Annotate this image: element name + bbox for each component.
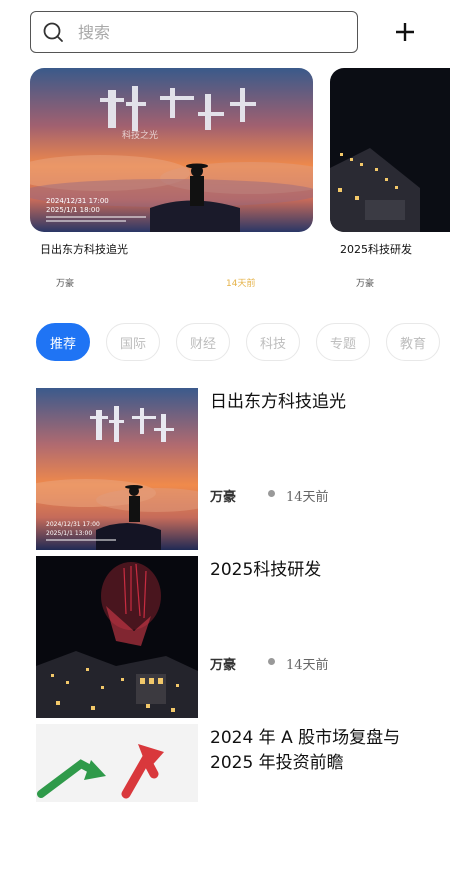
news-item[interactable]: 2024 年 A 股市场复盘与 2025 年投资前瞻 <box>0 722 450 886</box>
plus-icon <box>396 23 414 41</box>
news-time: 14天前 <box>286 658 329 673</box>
svg-text:2025/1/1 13:00: 2025/1/1 13:00 <box>46 530 92 537</box>
tab-technology[interactable]: 科技 <box>246 323 300 361</box>
news-item[interactable]: 2024/12/31 17:00 2025/1/1 13:00 日出东方科技追光… <box>0 386 450 550</box>
tab-international[interactable]: 国际 <box>106 323 160 361</box>
news-item[interactable]: 2025科技研发 万豪 14天前 <box>0 554 450 718</box>
news-time: 14天前 <box>286 490 329 505</box>
top-bar <box>0 0 450 62</box>
news-author: 万豪 <box>210 490 237 505</box>
separator-dot <box>268 490 275 497</box>
carousel-card[interactable]: 科技之光 2024/12/31 17:00 2025/1/1 18:00 日出东… <box>30 68 313 289</box>
featured-carousel[interactable]: 科技之光 2024/12/31 17:00 2025/1/1 18:00 日出东… <box>0 68 450 298</box>
news-title[interactable]: 日出东方科技追光 <box>210 390 430 415</box>
carousel-card-time: 14天前 <box>226 279 256 289</box>
tab-special[interactable]: 专题 <box>316 323 370 361</box>
svg-text:2025/1/1 18:00: 2025/1/1 18:00 <box>46 206 100 214</box>
news-thumbnail[interactable] <box>36 724 198 802</box>
tab-recommend[interactable]: 推荐 <box>36 323 90 361</box>
news-thumbnail[interactable] <box>36 556 198 718</box>
news-title[interactable]: 2024 年 A 股市场复盘与 2025 年投资前瞻 <box>210 726 430 776</box>
carousel-card-author: 万豪 <box>356 279 375 289</box>
carousel-card-image[interactable] <box>330 68 450 232</box>
news-author: 万豪 <box>210 658 237 673</box>
carousel-card[interactable]: 2025科技研发 万豪 <box>330 68 450 289</box>
svg-text:科技之光: 科技之光 <box>122 129 158 141</box>
category-tabs: 推荐 国际 财经 科技 专题 教育 <box>36 323 450 363</box>
tab-education[interactable]: 教育 <box>386 323 440 361</box>
carousel-card-image[interactable]: 科技之光 2024/12/31 17:00 2025/1/1 18:00 <box>30 68 313 232</box>
search-icon <box>43 22 63 42</box>
news-thumbnail[interactable]: 2024/12/31 17:00 2025/1/1 13:00 <box>36 388 198 550</box>
news-title[interactable]: 2025科技研发 <box>210 558 430 583</box>
add-button[interactable] <box>390 17 420 47</box>
carousel-card-title[interactable]: 2025科技研发 <box>340 241 412 257</box>
search-input[interactable] <box>76 21 320 43</box>
svg-text:2024/12/31 17:00: 2024/12/31 17:00 <box>46 197 109 205</box>
carousel-card-title[interactable]: 日出东方科技追光 <box>40 241 128 257</box>
separator-dot <box>268 658 275 665</box>
svg-text:2024/12/31 17:00: 2024/12/31 17:00 <box>46 521 100 528</box>
tab-finance[interactable]: 财经 <box>176 323 230 361</box>
carousel-card-author: 万豪 <box>56 279 75 289</box>
search-box[interactable] <box>30 11 358 53</box>
